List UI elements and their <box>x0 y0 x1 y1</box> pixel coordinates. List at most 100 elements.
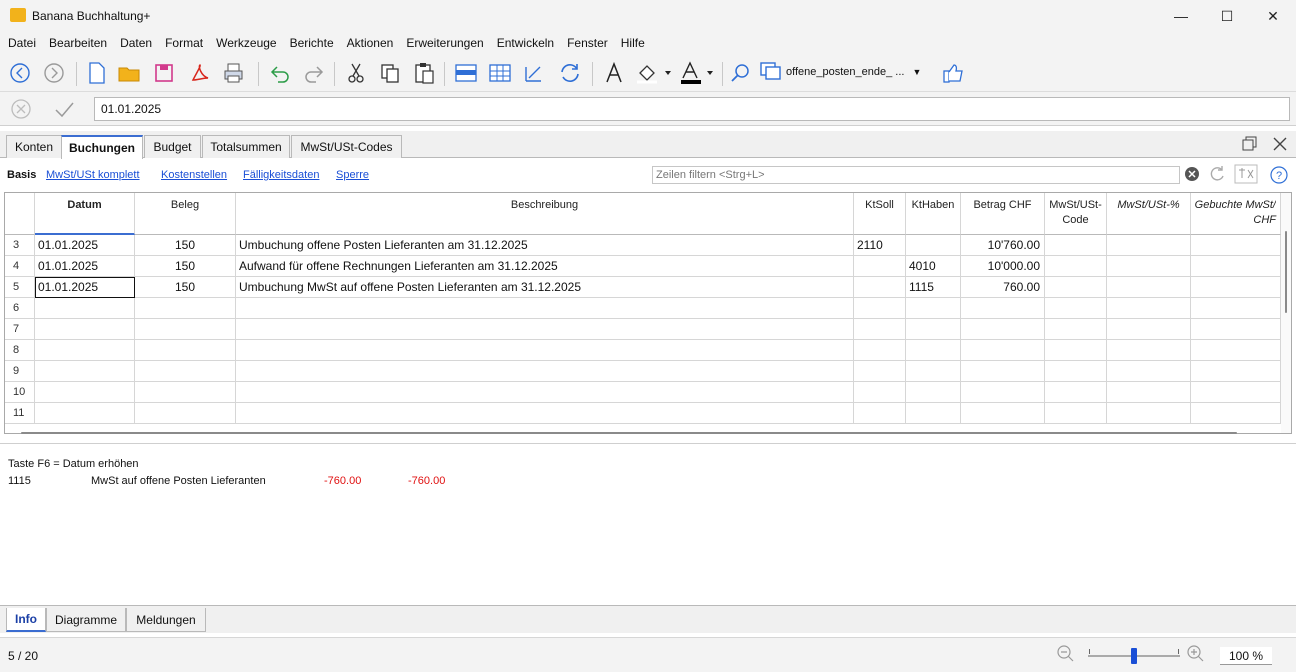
menu-format[interactable]: Format <box>165 36 203 50</box>
view-basis[interactable]: Basis <box>7 169 36 181</box>
like-icon[interactable] <box>940 59 968 87</box>
cell-beleg[interactable]: 150 <box>135 277 236 298</box>
tab-buchungen[interactable]: Buchungen <box>61 135 143 159</box>
row-number[interactable]: 5 <box>5 277 35 298</box>
save-icon[interactable] <box>150 59 178 87</box>
menu-berichte[interactable]: Berichte <box>290 36 334 50</box>
zoom-in-icon[interactable] <box>1186 644 1206 667</box>
cell-mwst-pct[interactable] <box>1107 277 1191 298</box>
confirm-edit-icon[interactable] <box>52 98 76 123</box>
cell-gebuchte-mwst[interactable] <box>1191 256 1281 277</box>
row-filter-input[interactable]: Zeilen filtern <Strg+L> <box>652 166 1180 184</box>
col-header-betrag[interactable]: Betrag CHF <box>961 193 1045 235</box>
view-kostenstellen[interactable]: Kostenstellen <box>161 169 227 181</box>
cell-gebuchte-mwst[interactable] <box>1191 277 1281 298</box>
restore-panel-icon[interactable] <box>1241 135 1259 156</box>
font-icon[interactable] <box>600 59 628 87</box>
row-number[interactable]: 9 <box>5 361 35 382</box>
cell-beschreibung[interactable]: Umbuchung offene Posten Lieferanten am 3… <box>236 235 854 256</box>
col-header-mwst-pct[interactable]: MwSt/USt-% <box>1107 193 1191 235</box>
vertical-scrollbar[interactable] <box>1281 193 1291 433</box>
file-selector-combo[interactable]: offene_posten_ende_ ... ▼ <box>760 58 932 86</box>
new-file-icon[interactable] <box>82 59 110 87</box>
horizontal-scroll-thumb[interactable] <box>21 432 1237 434</box>
menu-erweiterungen[interactable]: Erweiterungen <box>406 36 483 50</box>
row-number[interactable]: 7 <box>5 319 35 340</box>
row-number[interactable]: 8 <box>5 340 35 361</box>
cell-ktsoll[interactable] <box>854 277 906 298</box>
view-mwst-komplett[interactable]: MwSt/USt komplett <box>46 169 140 181</box>
copy-icon[interactable] <box>376 59 404 87</box>
cell-betrag[interactable]: 10'760.00 <box>961 235 1045 256</box>
row-number[interactable]: 4 <box>5 256 35 277</box>
row-number[interactable]: 10 <box>5 382 35 403</box>
undo-icon[interactable] <box>266 59 294 87</box>
paste-icon[interactable] <box>410 59 438 87</box>
cell-mwst-pct[interactable] <box>1107 235 1191 256</box>
zoom-slider-thumb[interactable] <box>1131 648 1137 664</box>
fill-color-icon[interactable] <box>634 59 674 87</box>
empty-rows-grid[interactable] <box>35 298 1281 424</box>
view-faelligkeitsdaten[interactable]: Fälligkeitsdaten <box>243 169 319 181</box>
font-color-icon[interactable] <box>678 59 718 87</box>
refresh-filter-icon[interactable] <box>1208 165 1226 186</box>
cut-icon[interactable] <box>342 59 370 87</box>
tab-mwst-codes[interactable]: MwSt/USt-Codes <box>291 135 402 158</box>
vertical-scroll-thumb[interactable] <box>1285 231 1287 313</box>
cell-beleg[interactable]: 150 <box>135 256 236 277</box>
insert-row-icon[interactable] <box>452 59 480 87</box>
cell-mwst-code[interactable] <box>1045 235 1107 256</box>
zoom-level[interactable]: 100 % <box>1220 647 1272 665</box>
maximize-button[interactable]: ☐ <box>1204 0 1250 32</box>
col-header-mwst-code[interactable]: MwSt/USt- Code <box>1045 193 1107 235</box>
forward-icon[interactable] <box>40 59 68 87</box>
cell-beschreibung[interactable]: Umbuchung MwSt auf offene Posten Liefera… <box>236 277 854 298</box>
col-header-datum[interactable]: Datum <box>35 193 135 235</box>
menu-hilfe[interactable]: Hilfe <box>621 36 645 50</box>
cell-datum[interactable]: 01.01.2025 <box>35 256 135 277</box>
cell-value-input[interactable]: 01.01.2025 <box>94 97 1290 121</box>
close-window-button[interactable]: ✕ <box>1250 0 1296 32</box>
print-icon[interactable] <box>220 59 248 87</box>
table-settings-icon[interactable] <box>486 59 514 87</box>
view-sperre[interactable]: Sperre <box>336 169 369 181</box>
cell-kthaben[interactable]: 1115 <box>906 277 961 298</box>
menu-daten[interactable]: Daten <box>120 36 152 50</box>
cell-gebuchte-mwst[interactable] <box>1191 235 1281 256</box>
cancel-edit-icon[interactable] <box>10 98 32 123</box>
cell-ktsoll[interactable]: 2110 <box>854 235 906 256</box>
tab-diagramme[interactable]: Diagramme <box>46 608 126 632</box>
tab-budget[interactable]: Budget <box>144 135 201 158</box>
cell-kthaben[interactable]: 4010 <box>906 256 961 277</box>
redo-icon[interactable] <box>300 59 328 87</box>
menu-aktionen[interactable]: Aktionen <box>347 36 394 50</box>
tab-konten[interactable]: Konten <box>6 135 62 158</box>
minimize-button[interactable]: — <box>1158 0 1204 32</box>
menu-entwickeln[interactable]: Entwickeln <box>497 36 554 50</box>
open-folder-icon[interactable] <box>116 59 144 87</box>
help-icon[interactable]: ? <box>1270 166 1288 187</box>
cell-betrag[interactable]: 760.00 <box>961 277 1045 298</box>
col-header-gebuchte-mwst[interactable]: Gebuchte MwSt/ CHF <box>1191 193 1281 235</box>
back-icon[interactable] <box>6 59 34 87</box>
menu-bearbeiten[interactable]: Bearbeiten <box>49 36 107 50</box>
zoom-slider[interactable] <box>1088 648 1180 664</box>
row-number[interactable]: 6 <box>5 298 35 319</box>
cell-ktsoll[interactable] <box>854 256 906 277</box>
col-header-kthaben[interactable]: KtHaben <box>906 193 961 235</box>
cell-mwst-code[interactable] <box>1045 277 1107 298</box>
tab-meldungen[interactable]: Meldungen <box>126 608 206 632</box>
menu-werkzeuge[interactable]: Werkzeuge <box>216 36 276 50</box>
col-header-beschreibung[interactable]: Beschreibung <box>236 193 854 235</box>
menu-datei[interactable]: Datei <box>8 36 36 50</box>
row-number[interactable]: 3 <box>5 235 35 256</box>
close-panel-icon[interactable] <box>1271 135 1289 156</box>
tab-totalsummen[interactable]: Totalsummen <box>202 135 290 158</box>
translate-icon[interactable] <box>1234 164 1258 187</box>
edit-icon[interactable] <box>520 59 548 87</box>
cell-datum[interactable]: 01.01.2025 <box>35 235 135 256</box>
cell-betrag[interactable]: 10'000.00 <box>961 256 1045 277</box>
cell-kthaben[interactable] <box>906 235 961 256</box>
tab-info[interactable]: Info <box>6 608 46 632</box>
cell-mwst-code[interactable] <box>1045 256 1107 277</box>
